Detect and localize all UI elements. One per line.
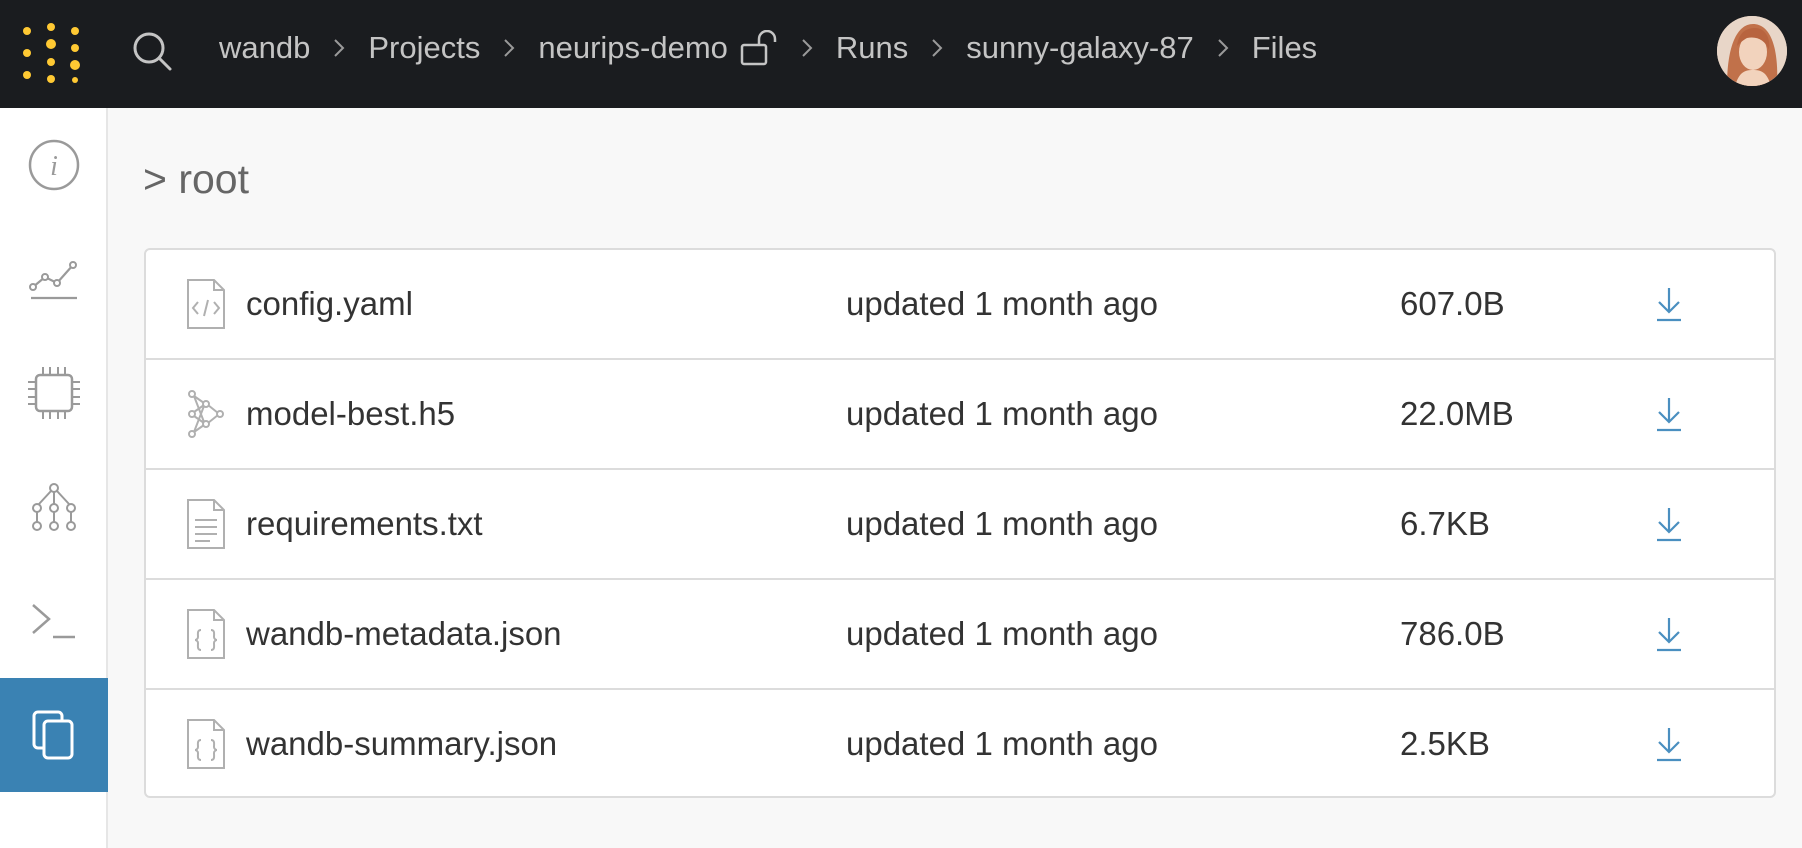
file-size-text: 6.7KB — [1400, 505, 1490, 542]
terminal-icon — [32, 604, 75, 639]
file-updated-text: updated 1 month ago — [846, 505, 1158, 542]
top-navbar: wandb Projects neurips-demo Runs sunny-g… — [0, 0, 1802, 108]
chevron-right-icon — [1194, 36, 1252, 60]
breadcrumb-run[interactable]: sunny-galaxy-87 — [966, 30, 1193, 66]
breadcrumb-runs[interactable]: Runs — [836, 30, 908, 66]
file-updated-text: updated 1 month ago — [846, 615, 1158, 652]
file-size-text: 607.0B — [1400, 285, 1505, 322]
download-icon[interactable] — [1651, 284, 1687, 324]
download-icon[interactable] — [1651, 614, 1687, 654]
breadcrumb-projects[interactable]: Projects — [368, 30, 480, 66]
breadcrumb: wandb Projects neurips-demo Runs sunny-g… — [219, 0, 1317, 96]
sidebar-item-model[interactable] — [0, 450, 108, 564]
page-title: > root — [143, 156, 249, 202]
file-size-text: 786.0B — [1400, 615, 1505, 652]
code-file-icon — [187, 279, 225, 329]
table-row: requirements.txt updated 1 month ago 6.7… — [146, 470, 1774, 580]
file-updated-text: updated 1 month ago — [846, 395, 1158, 432]
avatar-portrait-icon — [1717, 16, 1787, 86]
chevron-right-icon — [480, 36, 538, 60]
file-size-text: 2.5KB — [1400, 725, 1490, 762]
table-row: config.yaml updated 1 month ago 607.0B — [146, 250, 1774, 360]
breadcrumb-wandb[interactable]: wandb — [219, 30, 310, 66]
file-updated-text: updated 1 month ago — [846, 725, 1158, 762]
download-icon[interactable] — [1651, 394, 1687, 434]
files-icon — [32, 710, 74, 760]
info-icon: i — [28, 139, 80, 191]
file-name-link[interactable]: requirements.txt — [246, 470, 483, 578]
sidebar-item-overview[interactable]: i — [0, 108, 108, 222]
wandb-logo-icon[interactable] — [20, 22, 82, 84]
download-icon[interactable] — [1651, 504, 1687, 544]
file-name-link[interactable]: config.yaml — [246, 250, 413, 358]
svg-text:i: i — [50, 151, 58, 182]
json-file-icon — [187, 609, 225, 659]
table-row: wandb-summary.json updated 1 month ago 2… — [146, 690, 1774, 796]
unlocked-lock-icon — [740, 30, 777, 66]
file-name-link[interactable]: model-best.h5 — [246, 360, 455, 468]
model-graph-icon — [32, 483, 76, 531]
file-size-text: 22.0MB — [1400, 395, 1514, 432]
search-icon[interactable] — [131, 30, 173, 72]
download-icon[interactable] — [1651, 724, 1687, 764]
breadcrumb-files[interactable]: Files — [1252, 30, 1317, 66]
file-name-link[interactable]: wandb-metadata.json — [246, 580, 562, 688]
files-table: config.yaml updated 1 month ago 607.0B m… — [144, 248, 1776, 798]
sidebar-item-logs[interactable] — [0, 564, 108, 678]
file-name-link[interactable]: wandb-summary.json — [246, 690, 557, 796]
text-file-icon — [187, 499, 225, 549]
json-file-icon — [187, 719, 225, 769]
chevron-right-icon — [778, 36, 836, 60]
line-chart-icon — [29, 261, 77, 300]
sidebar-item-files[interactable] — [0, 678, 108, 792]
chevron-right-icon — [908, 36, 966, 60]
cpu-chip-icon — [28, 367, 80, 419]
table-row: wandb-metadata.json updated 1 month ago … — [146, 580, 1774, 690]
table-row: model-best.h5 updated 1 month ago 22.0MB — [146, 360, 1774, 470]
sidebar-item-system[interactable] — [0, 336, 108, 450]
breadcrumb-project[interactable]: neurips-demo — [538, 30, 728, 66]
user-avatar[interactable] — [1717, 16, 1787, 86]
neural-network-icon — [188, 390, 224, 438]
sidebar-item-charts[interactable] — [0, 222, 108, 336]
file-updated-text: updated 1 month ago — [846, 285, 1158, 322]
chevron-right-icon — [310, 36, 368, 60]
left-sidebar: i — [0, 108, 108, 848]
